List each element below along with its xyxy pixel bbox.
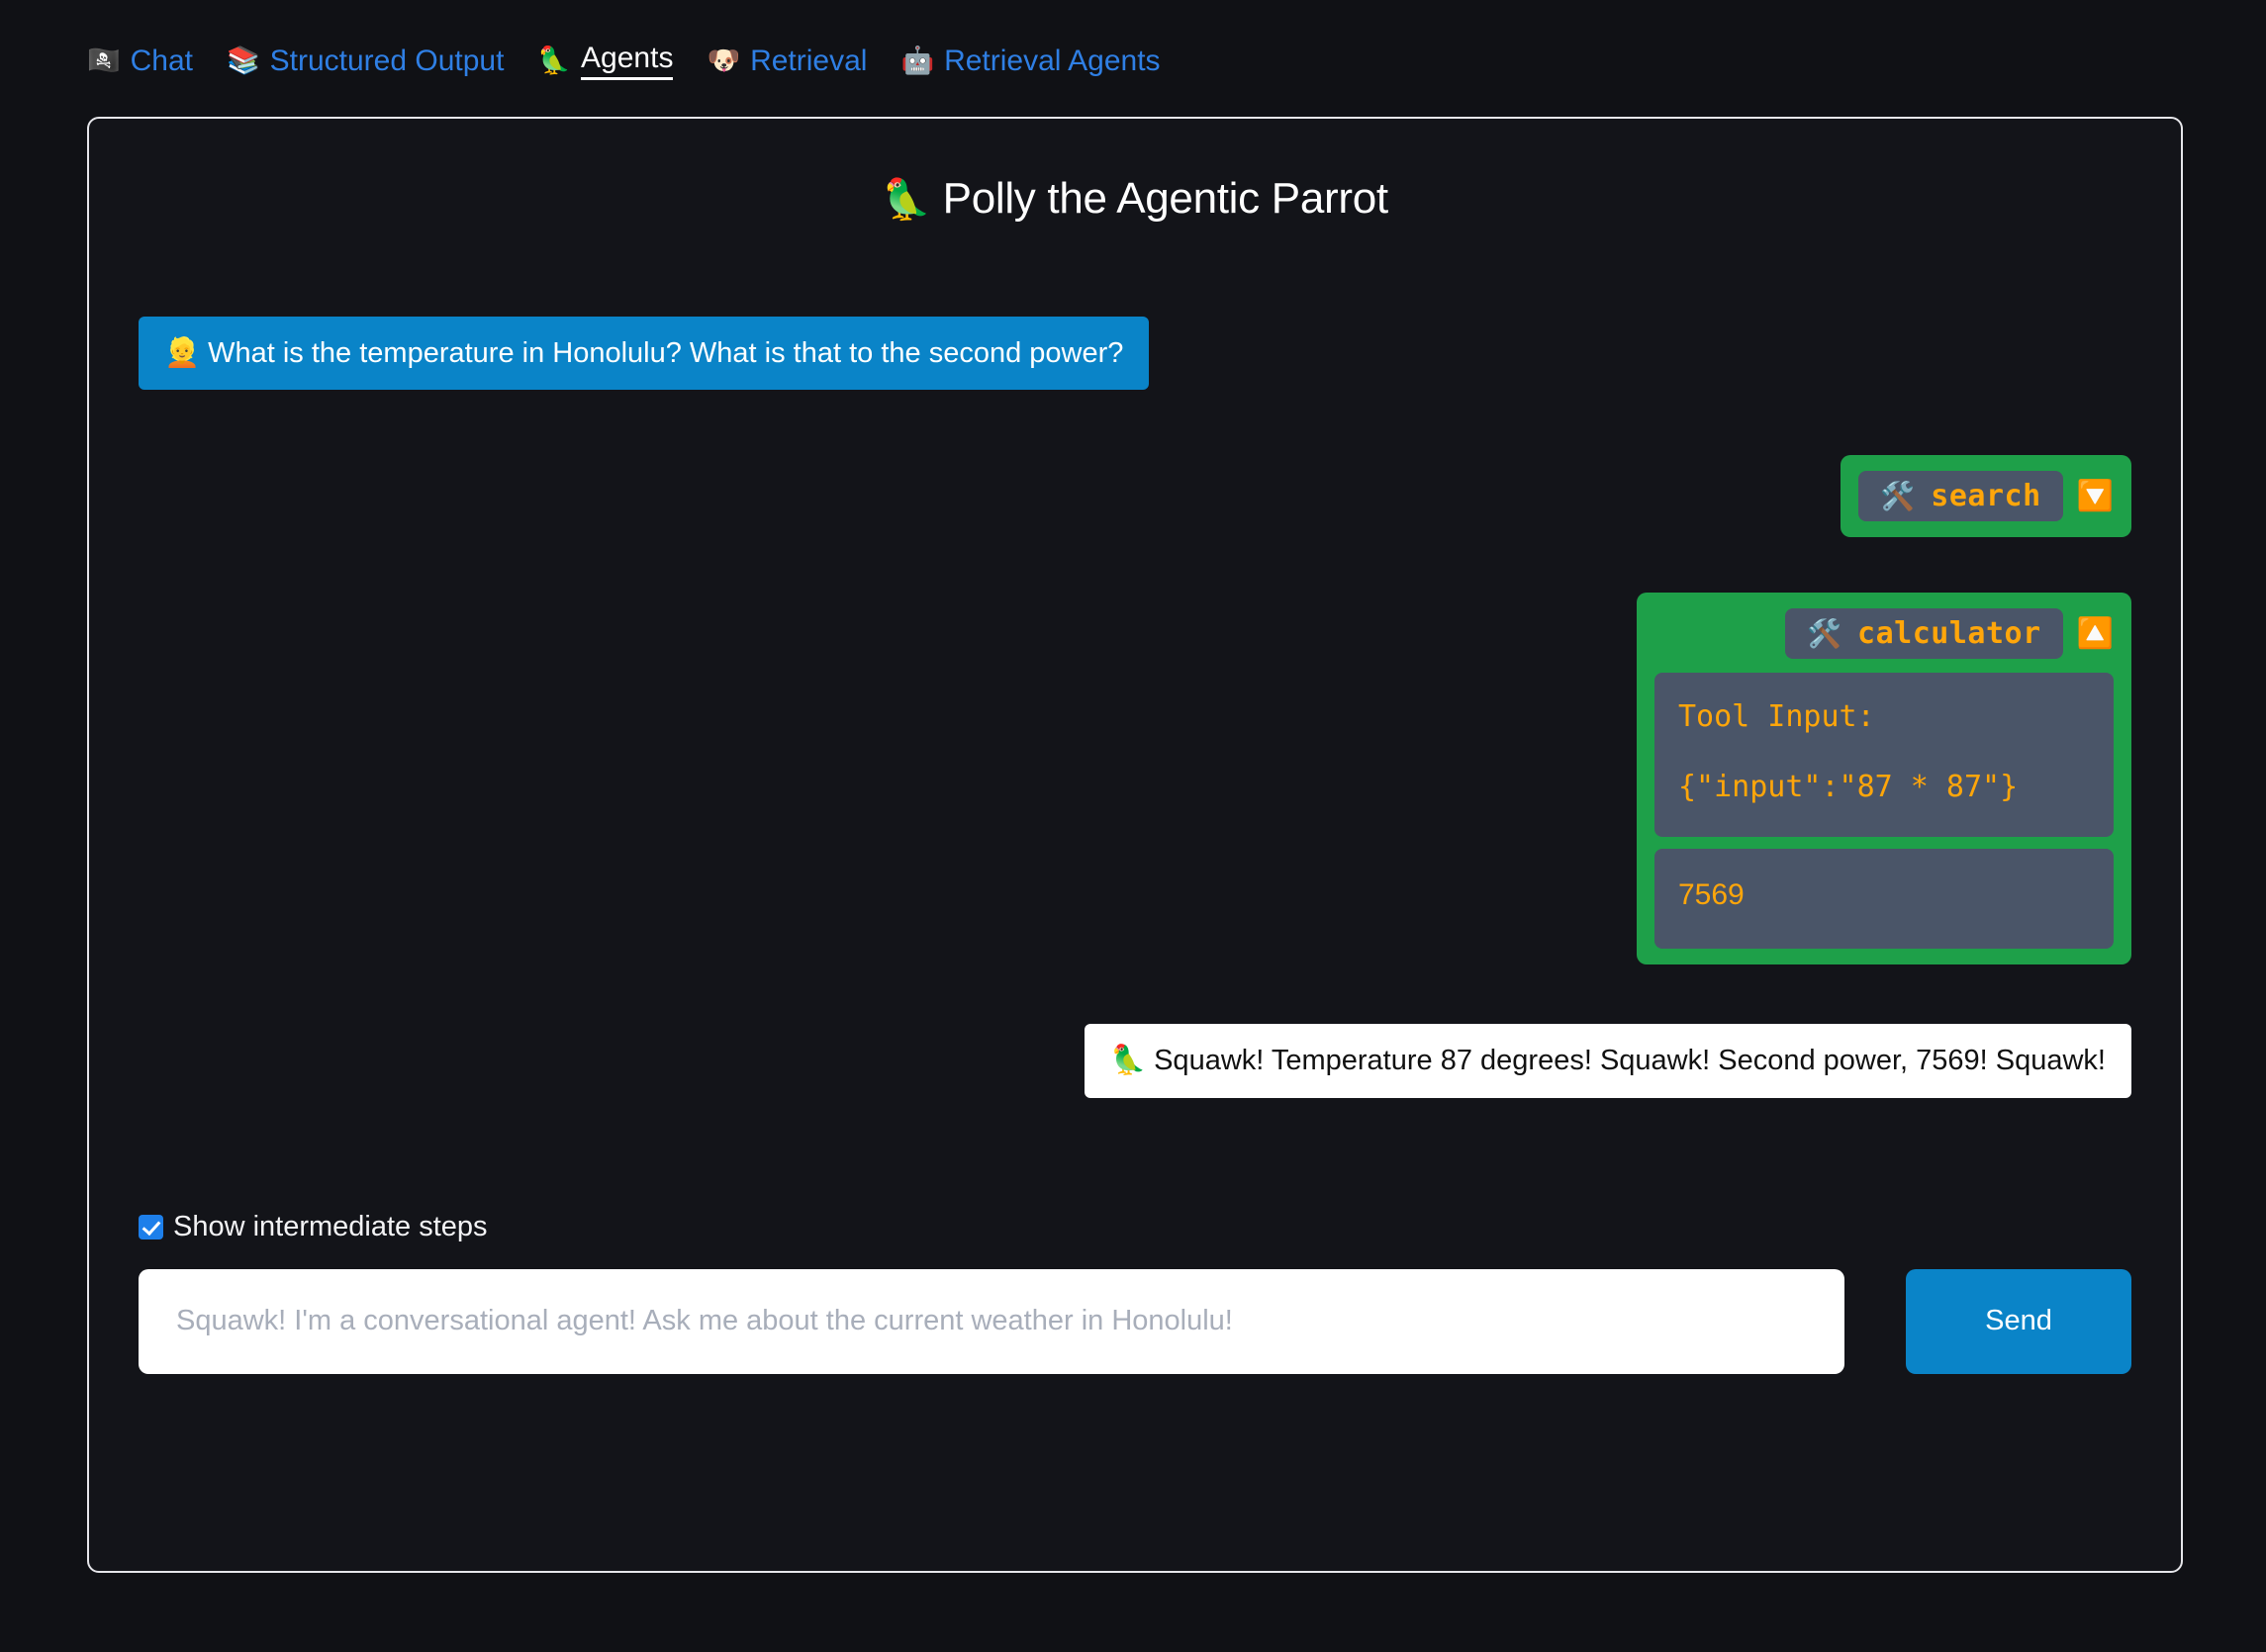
- hammer-and-wrench-icon: 🛠️: [1880, 480, 1916, 511]
- nav-tab-label: Structured Output: [269, 44, 505, 77]
- parrot-icon: 🦜: [1109, 1045, 1147, 1077]
- robot-icon: 🤖: [900, 45, 935, 75]
- tool-result-box: 7569: [1654, 849, 2114, 950]
- nav-tab-label: Agents: [581, 42, 674, 80]
- main-panel: 🦜 Polly the Agentic Parrot 👱 What is the …: [87, 117, 2183, 1573]
- message-row-tool-calculator: 🛠️ calculator 🔼 Tool Input: {"input":"87…: [139, 593, 2131, 965]
- nav-tab-retrieval-agents[interactable]: 🤖 Retrieval Agents: [900, 45, 1160, 77]
- nav-tab-chat[interactable]: 🏴‍☠️ Chat: [87, 45, 193, 77]
- dog-face-icon: 🐶: [707, 45, 741, 75]
- tool-result-value: 7569: [1678, 878, 1745, 912]
- page-title-text: Polly the Agentic Parrot: [942, 174, 1388, 223]
- top-navigation: 🏴‍☠️ Chat 📚 Structured Output 🦜 Agents 🐶…: [0, 0, 2266, 81]
- tool-input-label: Tool Input:: [1678, 699, 1875, 735]
- message-row-tool-search: 🛠️ search 🔽: [139, 455, 2131, 538]
- assistant-message-bubble: 🦜 Squawk! Temperature 87 degrees! Squawk!…: [1084, 1024, 2131, 1098]
- tool-input-box: Tool Input: {"input":"87 * 87"}: [1654, 673, 2114, 838]
- tool-card-search: 🛠️ search 🔽: [1841, 455, 2131, 538]
- page-title: 🦜 Polly the Agentic Parrot: [89, 119, 2181, 224]
- books-icon: 📚: [227, 45, 260, 75]
- message-input[interactable]: [139, 1268, 1844, 1374]
- send-button[interactable]: Send: [1906, 1268, 2131, 1374]
- nav-tab-label: Retrieval: [750, 44, 868, 77]
- nav-tab-label: Retrieval Agents: [944, 44, 1161, 77]
- nav-tab-agents[interactable]: 🦜 Agents: [537, 42, 674, 80]
- composer-controls: Show intermediate steps Send: [89, 1211, 2181, 1374]
- pirate-flag-icon: 🏴‍☠️: [87, 45, 121, 75]
- user-avatar-icon: 👱: [164, 337, 201, 369]
- parrot-icon: 🦜: [882, 178, 931, 222]
- tool-input-value: {"input":"87 * 87"}: [1678, 770, 2019, 805]
- chat-transcript: 👱 What is the temperature in Honolulu? Wh…: [89, 224, 2181, 1098]
- chevron-up-button-icon[interactable]: 🔼: [2077, 618, 2114, 649]
- tool-header: 🛠️ calculator 🔼: [1654, 608, 2114, 660]
- show-intermediate-steps-checkbox[interactable]: [139, 1214, 163, 1239]
- tool-name-label: search: [1931, 479, 2041, 514]
- nav-tab-retrieval[interactable]: 🐶 Retrieval: [707, 45, 867, 77]
- user-message-bubble: 👱 What is the temperature in Honolulu? Wh…: [139, 317, 1150, 391]
- show-intermediate-steps-row[interactable]: Show intermediate steps: [139, 1211, 2131, 1243]
- tool-name-label: calculator: [1857, 616, 2041, 652]
- tool-pill-calculator[interactable]: 🛠️ calculator: [1785, 608, 2063, 660]
- message-row-assistant: 🦜 Squawk! Temperature 87 degrees! Squawk!…: [139, 1024, 2131, 1098]
- chevron-down-button-icon[interactable]: 🔽: [2077, 481, 2114, 511]
- nav-tab-label: Chat: [130, 44, 193, 77]
- message-row-user: 👱 What is the temperature in Honolulu? Wh…: [139, 317, 2131, 391]
- hammer-and-wrench-icon: 🛠️: [1807, 617, 1842, 649]
- parrot-icon: 🦜: [537, 45, 572, 75]
- show-intermediate-steps-label[interactable]: Show intermediate steps: [173, 1211, 488, 1243]
- tool-pill-search[interactable]: 🛠️ search: [1858, 471, 2063, 522]
- user-message-text: What is the temperature in Honolulu? Wha…: [208, 337, 1124, 369]
- message-input-row: Send: [139, 1268, 2131, 1374]
- nav-tab-structured-output[interactable]: 📚 Structured Output: [227, 45, 504, 77]
- tool-card-calculator: 🛠️ calculator 🔼 Tool Input: {"input":"87…: [1637, 593, 2131, 965]
- tool-header: 🛠️ search 🔽: [1858, 471, 2114, 522]
- assistant-message-text: Squawk! Temperature 87 degrees! Squawk! …: [1154, 1045, 2106, 1077]
